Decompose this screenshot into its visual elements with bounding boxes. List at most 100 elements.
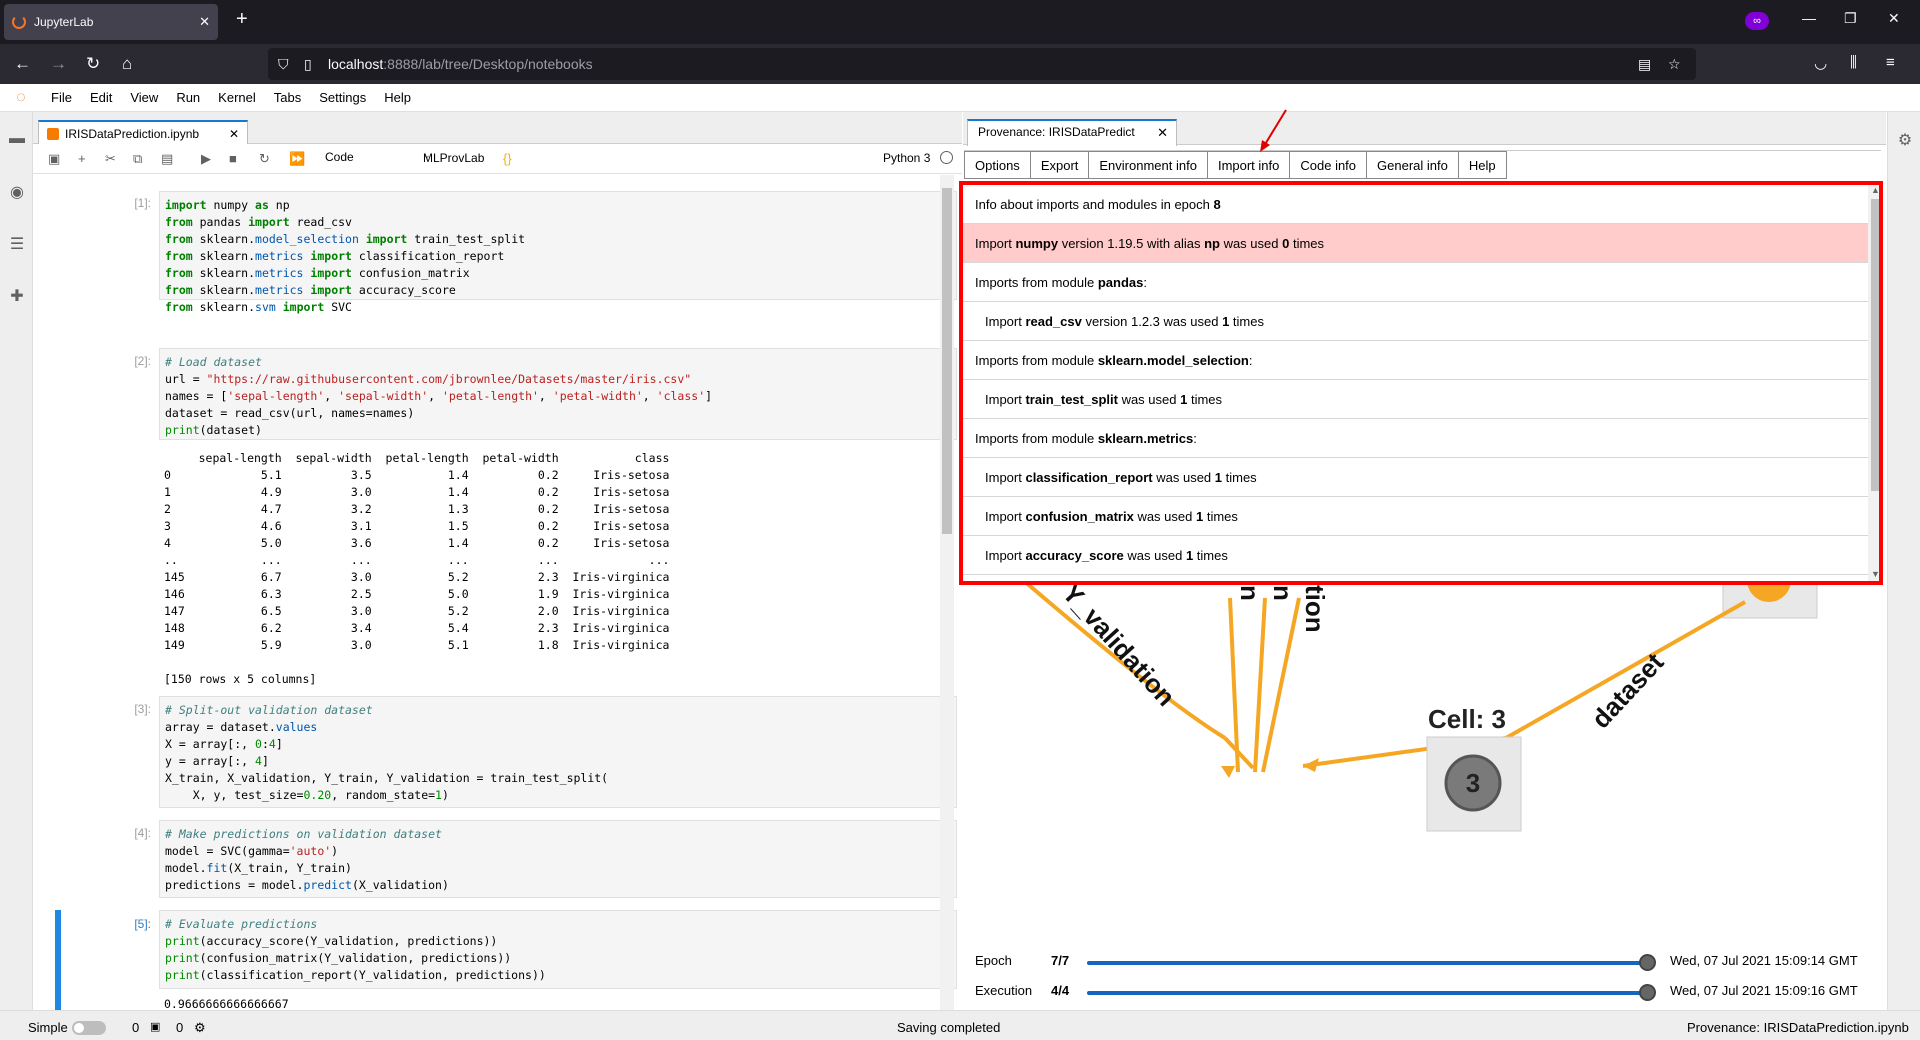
import-row: Import confusion_matrix was used 1 times [963, 497, 1868, 536]
import-row-mid2: was used [1219, 236, 1283, 251]
window-close-icon[interactable]: ✕ [1888, 10, 1900, 27]
execution-label: Execution [975, 983, 1033, 998]
library-icon[interactable]: ⫼ [1850, 54, 1857, 71]
cell-input[interactable]: # Load dataset url = "https://raw.github… [159, 348, 957, 440]
run-icon[interactable]: ▶ [201, 151, 211, 167]
url-host: localhost [328, 56, 384, 72]
nav-import-info[interactable]: Import info [1206, 151, 1290, 179]
restart-icon[interactable]: ↻ [259, 151, 270, 167]
execution-slider-track[interactable] [1087, 991, 1645, 995]
simple-mode-toggle[interactable] [72, 1021, 106, 1035]
nav-options[interactable]: Options [964, 151, 1030, 179]
bookmark-star-icon[interactable]: ☆ [1668, 48, 1681, 80]
page-info-icon[interactable]: ▯ [304, 48, 312, 80]
new-tab-icon[interactable]: + [236, 8, 248, 31]
menu-file[interactable]: File [42, 90, 81, 105]
menu-tabs[interactable]: Tabs [265, 90, 310, 105]
import-row: Import classification_report was used 1 … [963, 458, 1868, 497]
stop-icon[interactable]: ■ [229, 151, 237, 166]
nav-environment-info[interactable]: Environment info [1088, 151, 1207, 179]
notebook-scrollbar-thumb[interactable] [942, 188, 952, 534]
terminal-count[interactable]: 0 [132, 1020, 139, 1035]
home-icon[interactable]: ⌂ [122, 54, 132, 74]
import-row-b1: sklearn.metrics [1097, 431, 1194, 446]
cell-input[interactable]: # Evaluate predictions print(accuracy_sc… [159, 910, 957, 989]
import-row-pre: Import [985, 470, 1026, 485]
kernel-count[interactable]: 0 [176, 1020, 183, 1035]
import-row-mid2: times [1187, 392, 1223, 407]
import-row: Import numpy version 1.19.5 with alias n… [963, 224, 1868, 263]
browser-tab-bar: JupyterLab ✕ + ∞ — ❐ ✕ [0, 0, 1920, 44]
cell-output: 0.9666666666666667 [164, 997, 289, 1010]
kernel-name[interactable]: Python 3 [883, 151, 930, 165]
copy-icon[interactable]: ⧉ [133, 151, 142, 167]
shield-icon[interactable]: ⛉ [278, 48, 289, 80]
cell-prompt: [4]: [134, 826, 151, 840]
import-row-b2: 1 [1214, 470, 1223, 485]
close-tab-icon[interactable]: ✕ [199, 14, 210, 30]
scroll-down-icon[interactable]: ▼ [1871, 569, 1879, 579]
provenance-graph[interactable]: Cell: 3 3 Y_validation dataset tion n n [963, 580, 1881, 920]
browser-tab[interactable]: JupyterLab ✕ [4, 4, 218, 40]
menu-edit[interactable]: Edit [81, 90, 121, 105]
insert-cell-icon[interactable]: + [78, 151, 86, 166]
epoch-slider-track[interactable] [1087, 961, 1645, 965]
braces-icon[interactable]: {} [503, 151, 512, 166]
extension-icon[interactable]: ✚ [8, 286, 26, 305]
edge-label-dataset: dataset [1585, 647, 1669, 734]
running-icon[interactable]: ◉ [8, 182, 26, 201]
epoch-slider-row: Epoch 7/7 Wed, 07 Jul 2021 15:09:14 GMT [975, 953, 1875, 973]
nav-general-info[interactable]: General info [1366, 151, 1458, 179]
restore-icon[interactable]: ❐ [1844, 10, 1857, 27]
notebook-tab[interactable]: IRISDataPrediction.ipynb ✕ [38, 120, 248, 145]
scroll-up-icon[interactable]: ▲ [1871, 185, 1879, 195]
nav-help[interactable]: Help [1457, 151, 1507, 179]
close-provenance-icon[interactable]: ✕ [1157, 125, 1168, 141]
import-row-mid2: times [1193, 548, 1228, 563]
cell-output: sepal-length sepal-width petal-length pe… [164, 451, 670, 686]
cell-input[interactable]: # Split-out validation dataset array = d… [159, 696, 957, 808]
minimize-icon[interactable]: — [1802, 10, 1816, 26]
execution-slider-handle[interactable] [1639, 984, 1656, 1001]
menu-settings[interactable]: Settings [310, 90, 375, 105]
popup-scrollbar-thumb[interactable] [1871, 199, 1879, 491]
close-notebook-icon[interactable]: ✕ [229, 127, 239, 141]
menu-view[interactable]: View [121, 90, 167, 105]
app-menu-icon[interactable]: ≡ [1886, 54, 1895, 71]
terminal-icon[interactable]: ▣ [150, 1020, 160, 1033]
forward-icon[interactable]: → [50, 54, 67, 74]
kernel-icon[interactable]: ⚙ [194, 1020, 206, 1036]
run-all-icon[interactable]: ⏩ [289, 151, 305, 167]
kernel-status-icon [940, 151, 953, 164]
property-inspector-icon[interactable]: ⚙ [1896, 130, 1914, 149]
nav-export[interactable]: Export [1029, 151, 1089, 179]
status-message: Saving completed [897, 1020, 1001, 1035]
cell-input[interactable]: # Make predictions on validation dataset… [159, 820, 957, 898]
menu-run[interactable]: Run [167, 90, 209, 105]
import-row-b2: np [1204, 236, 1220, 251]
status-right-label: Provenance: IRISDataPrediction.ipynb [1687, 1020, 1909, 1035]
provenance-tab[interactable]: Provenance: IRISDataPredict ✕ [967, 119, 1177, 146]
import-info-popup[interactable]: Info about imports and modules in epoch … [959, 181, 1883, 585]
cut-icon[interactable]: ✂ [105, 151, 116, 167]
reader-view-icon[interactable]: ▤ [1638, 48, 1651, 80]
import-row-pre: Imports from module [975, 353, 1098, 368]
pocket-icon[interactable]: ◡ [1814, 54, 1827, 72]
paste-icon[interactable]: ▤ [161, 151, 173, 167]
browser-tab-title: JupyterLab [34, 15, 94, 29]
folder-icon[interactable]: ▬ [8, 130, 26, 148]
toc-icon[interactable]: ☰ [8, 234, 26, 253]
url-bar[interactable]: ⛉ ▯ localhost:8888/lab/tree/Desktop/note… [268, 48, 1696, 80]
simple-mode-label: Simple [28, 1020, 68, 1035]
save-icon[interactable]: ▣ [48, 151, 60, 167]
reload-icon[interactable]: ↻ [86, 54, 100, 74]
menu-kernel[interactable]: Kernel [209, 90, 265, 105]
menu-help[interactable]: Help [375, 90, 420, 105]
epoch-slider-handle[interactable] [1639, 954, 1656, 971]
nav-code-info[interactable]: Code info [1289, 151, 1367, 179]
edge-label-validation: Y_validation [1057, 580, 1182, 712]
mlprovlab-label[interactable]: MLProvLab [423, 151, 484, 165]
back-icon[interactable]: ← [14, 54, 31, 74]
cell-prompt: [2]: [134, 354, 151, 368]
cell-input[interactable]: import numpy as np from pandas import re… [159, 191, 957, 314]
